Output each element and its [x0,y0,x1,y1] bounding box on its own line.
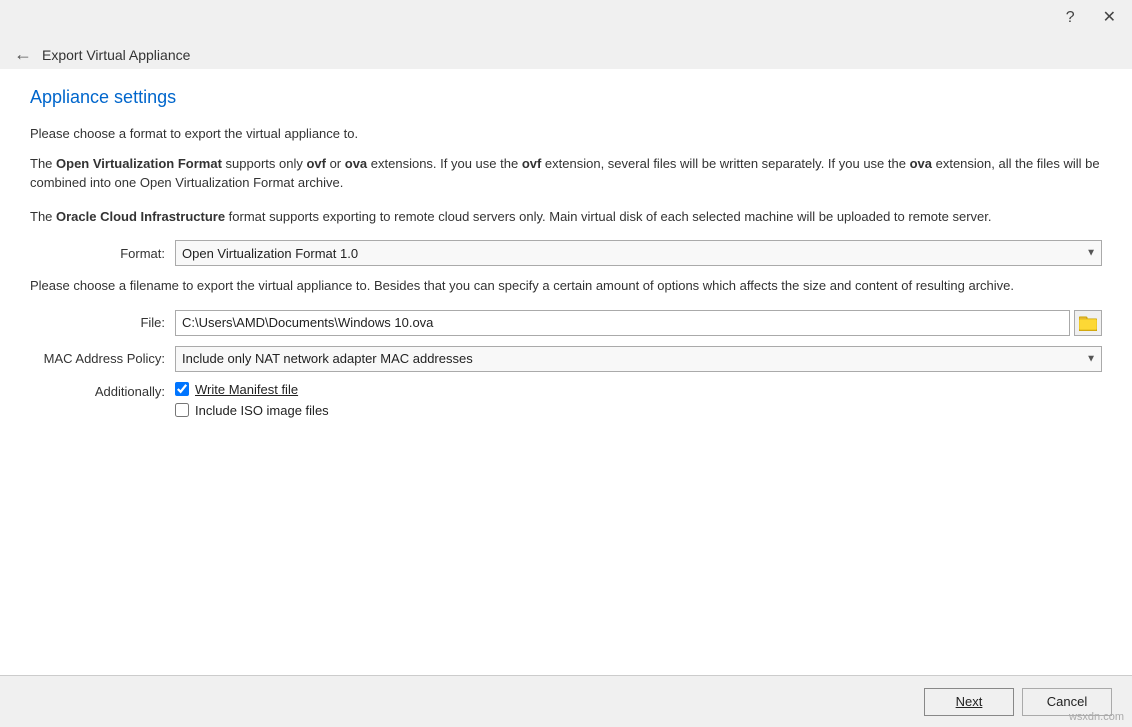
additionally-row: Additionally: Write Manifest file Includ… [30,382,1102,418]
file-row: File: [30,310,1102,336]
ovf-bold: Open Virtualization Format [56,156,222,171]
manifest-label[interactable]: Write Manifest file [195,382,298,397]
file-input-wrapper [175,310,1102,336]
iso-checkbox[interactable] [175,403,189,417]
ovf-ext-bold2: ovf [522,156,542,171]
mac-row: MAC Address Policy: Include all network … [30,346,1102,372]
help-button[interactable]: ? [1060,8,1081,28]
format-row: Format: Open Virtualization Format 0.9Op… [30,240,1102,266]
section-title: Appliance settings [30,87,1102,108]
title-bar: ? ✕ [0,0,1132,36]
header: ← Export Virtual Appliance [0,36,1132,69]
dialog-title: Export Virtual Appliance [42,47,190,63]
file-label: File: [30,315,175,330]
oci-bold: Oracle Cloud Infrastructure [56,209,225,224]
description-3: The Oracle Cloud Infrastructure format s… [30,207,1102,227]
ovf-ext-bold: ovf [306,156,326,171]
description-2: The Open Virtualization Format supports … [30,154,1102,193]
ova-ext-bold2: ova [910,156,932,171]
close-button[interactable]: ✕ [1097,8,1122,28]
mac-select-wrapper: Include all network adapter MAC addresse… [175,346,1102,372]
next-label: Next [956,694,983,709]
checkboxes-column: Write Manifest file Include ISO image fi… [175,382,329,418]
format-label: Format: [30,246,175,261]
format-select[interactable]: Open Virtualization Format 0.9Open Virtu… [175,240,1102,266]
ova-ext-bold: ova [345,156,367,171]
iso-checkbox-row: Include ISO image files [175,403,329,418]
cancel-button[interactable]: Cancel [1022,688,1112,716]
manifest-checkbox-row: Write Manifest file [175,382,329,397]
manifest-checkbox[interactable] [175,382,189,396]
main-content: Appliance settings Please choose a forma… [0,69,1132,675]
file-input[interactable] [175,310,1070,336]
mac-select[interactable]: Include all network adapter MAC addresse… [175,346,1102,372]
description-4: Please choose a filename to export the v… [30,276,1102,296]
description-1: Please choose a format to export the vir… [30,124,1102,144]
iso-label[interactable]: Include ISO image files [195,403,329,418]
back-arrow-icon[interactable]: ← [14,44,32,65]
folder-icon [1079,315,1097,331]
format-select-wrapper: Open Virtualization Format 0.9Open Virtu… [175,240,1102,266]
mac-label: MAC Address Policy: [30,351,175,366]
footer: Next Cancel [0,675,1132,727]
browse-button[interactable] [1074,310,1102,336]
next-button[interactable]: Next [924,688,1014,716]
additionally-label: Additionally: [30,382,175,399]
